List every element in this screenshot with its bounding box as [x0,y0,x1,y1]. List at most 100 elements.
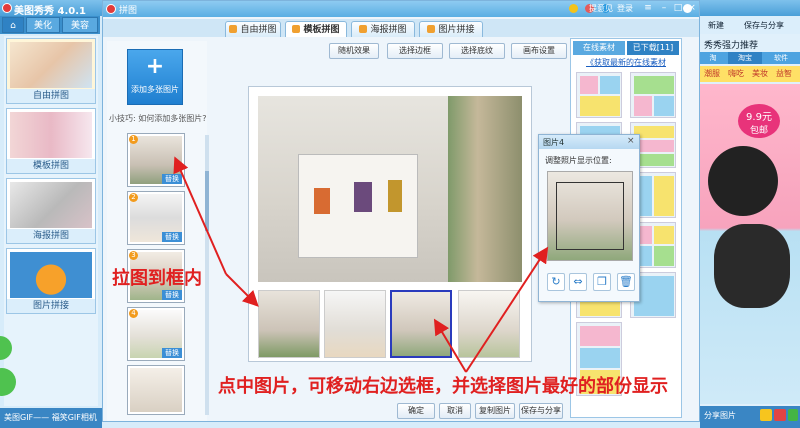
tab-label: 自由拼图 [240,25,277,35]
tab-software[interactable]: 软件 [764,52,798,64]
tab-taobao[interactable]: 淘宝 [728,52,762,64]
app-logo-icon [2,3,12,13]
module-poster-collage[interactable]: 海报拼图 [6,178,96,244]
collage-main-photo[interactable] [258,96,522,282]
select-background-button[interactable]: 选择底纹 [449,43,505,59]
tab-poster-collage[interactable]: 海报拼图 [351,21,415,37]
tab-tao[interactable]: 淘 [700,52,726,64]
cancel-button[interactable]: 取消 [439,403,471,419]
popup-close-icon[interactable]: × [627,136,635,146]
tag-clothing[interactable]: 潮服 [704,68,720,80]
save-share-top-button[interactable]: 保存与分享 [744,20,784,31]
order-badge: 1 [129,135,138,144]
tab-label: 图片拼接 [438,25,475,35]
collage-cell-photo-selected[interactable] [390,290,452,358]
save-share-button[interactable]: 保存与分享 [519,403,563,419]
template-collage-thumbnail [10,112,92,158]
star-icon[interactable] [760,409,772,421]
module-template-collage[interactable]: 模板拼图 [6,108,96,174]
annotation-click: 点中图片，可移动右边选框，并选择图片最好的部份显示 [218,376,668,397]
delete-icon[interactable]: 🗑 [617,273,635,291]
tab-icon [292,25,301,33]
image-join-thumbnail [10,252,92,298]
tab-downloaded[interactable]: 已下载[11] [627,41,679,55]
popup-titlebar: 图片4 × [539,135,639,149]
minimize-icon[interactable]: – [659,3,669,13]
maximize-icon[interactable]: □ [673,3,683,13]
window-title: 拼图 [119,6,138,16]
tab-beautify[interactable]: 美化 [26,17,60,33]
replace-button[interactable]: 替换 [162,348,182,358]
close-icon[interactable]: × [687,3,697,13]
image-thumbnail[interactable]: 2 替换 [127,191,185,245]
annotation-drag: 拉图到框内 [112,268,202,289]
tab-label: 模板拼图 [303,25,340,35]
recommend-heading: 秀秀强力推荐 [704,41,759,51]
select-border-button[interactable]: 选择边框 [387,43,443,59]
menu-icon[interactable]: ≡ [643,3,653,13]
image-position-popup: 图片4 × 调整照片显示位置: ↻ ⇔ ❐ 🗑 [538,134,640,302]
scrollbar-thumb[interactable] [205,171,209,231]
flip-icon[interactable]: ⇔ [569,273,587,291]
order-badge: 2 [129,193,138,202]
copy-image-button[interactable]: 复制图片 [475,403,515,419]
ok-button[interactable]: 确定 [397,403,435,419]
price-badge: 9.9元 包邮 [738,104,780,138]
collage-cell-photo[interactable] [324,290,386,358]
tag-makeup[interactable]: 美妆 [752,68,768,80]
slipper-image [714,224,790,308]
home-icon[interactable]: ⌂ [2,17,24,33]
share-image-button[interactable]: 分享图片 [704,410,736,421]
collage-cell-photo[interactable] [458,290,520,358]
weibo-share-icon[interactable] [774,409,786,421]
replace-button[interactable]: 替换 [162,174,182,184]
float-button-icon[interactable] [0,336,12,360]
user-icon[interactable] [569,4,578,13]
new-button[interactable]: 新建 [708,20,724,31]
image-thumbnail[interactable]: 1 替换 [127,133,185,187]
ad-banner[interactable]: 9.9元 包邮 [700,84,800,404]
status-text[interactable]: 美图GIF—— 福笑GIF相机 [4,412,100,423]
replace-button[interactable]: 替换 [162,232,182,242]
random-effect-button[interactable]: 随机效果 [329,43,379,59]
tab-free-collage[interactable]: 自由拼图 [225,21,281,37]
tab-face[interactable]: 美容 [62,17,98,33]
add-images-label: 添加多张图片 [131,85,179,94]
tab-online-material[interactable]: 在线素材 [573,41,625,55]
image-thumbnail[interactable]: 4 替换 [127,307,185,361]
module-label: 模板拼图 [7,159,95,173]
rotate-icon[interactable]: ↻ [547,273,565,291]
login-link[interactable]: 登录 [617,3,633,14]
copy-icon[interactable]: ❐ [593,273,611,291]
canvas-settings-button[interactable]: 画布设置 [511,43,567,59]
popup-preview-image[interactable] [547,171,633,261]
module-label: 自由拼图 [7,89,95,103]
crop-selection-box[interactable] [556,182,624,250]
tag-snacks[interactable]: 嗨吃 [728,68,744,80]
template-item[interactable] [576,72,622,118]
add-images-button[interactable]: + 添加多张图片 [127,49,183,105]
collage-cell-photo[interactable] [258,290,320,358]
get-online-material-link[interactable]: 《获取最新的在线素材 [571,57,681,68]
template-item[interactable] [630,72,676,118]
feedback-link[interactable]: 提意见 [589,3,613,14]
tag-puzzle[interactable]: 益智 [776,68,792,80]
tip-link[interactable]: 小技巧: 如何添加多张图片? [109,113,207,124]
module-label: 海报拼图 [7,229,95,243]
window-titlebar: 拼图 登录 提意见 ≡ – □ × [103,1,699,17]
nav-tabs: ⌂ 美化 美容 [0,16,100,34]
mode-tabs: 自由拼图 模板拼图 海报拼图 图片拼接 [103,19,699,37]
module-free-collage[interactable]: 自由拼图 [6,38,96,104]
replace-button[interactable]: 替换 [162,290,182,300]
image-list-panel: + 添加多张图片 小技巧: 如何添加多张图片? 1 替换 2 替换 3 替换 4… [107,41,207,421]
tab-template-collage[interactable]: 模板拼图 [285,21,347,37]
tab-icon [359,25,368,33]
window-logo-icon [106,4,116,14]
recommend-panel: 新建 保存与分享 秀秀强力推荐 淘 淘宝 软件 潮服 嗨吃 美妆 益智 9.9元… [700,0,800,428]
add-icon[interactable] [788,409,798,421]
popup-subtitle: 调整照片显示位置: [545,156,612,165]
module-image-join[interactable]: 图片拼接 [6,248,96,314]
image-thumbnail[interactable] [127,365,185,415]
price-text: 9.9元 [746,112,772,123]
tab-image-join[interactable]: 图片拼接 [419,21,483,37]
